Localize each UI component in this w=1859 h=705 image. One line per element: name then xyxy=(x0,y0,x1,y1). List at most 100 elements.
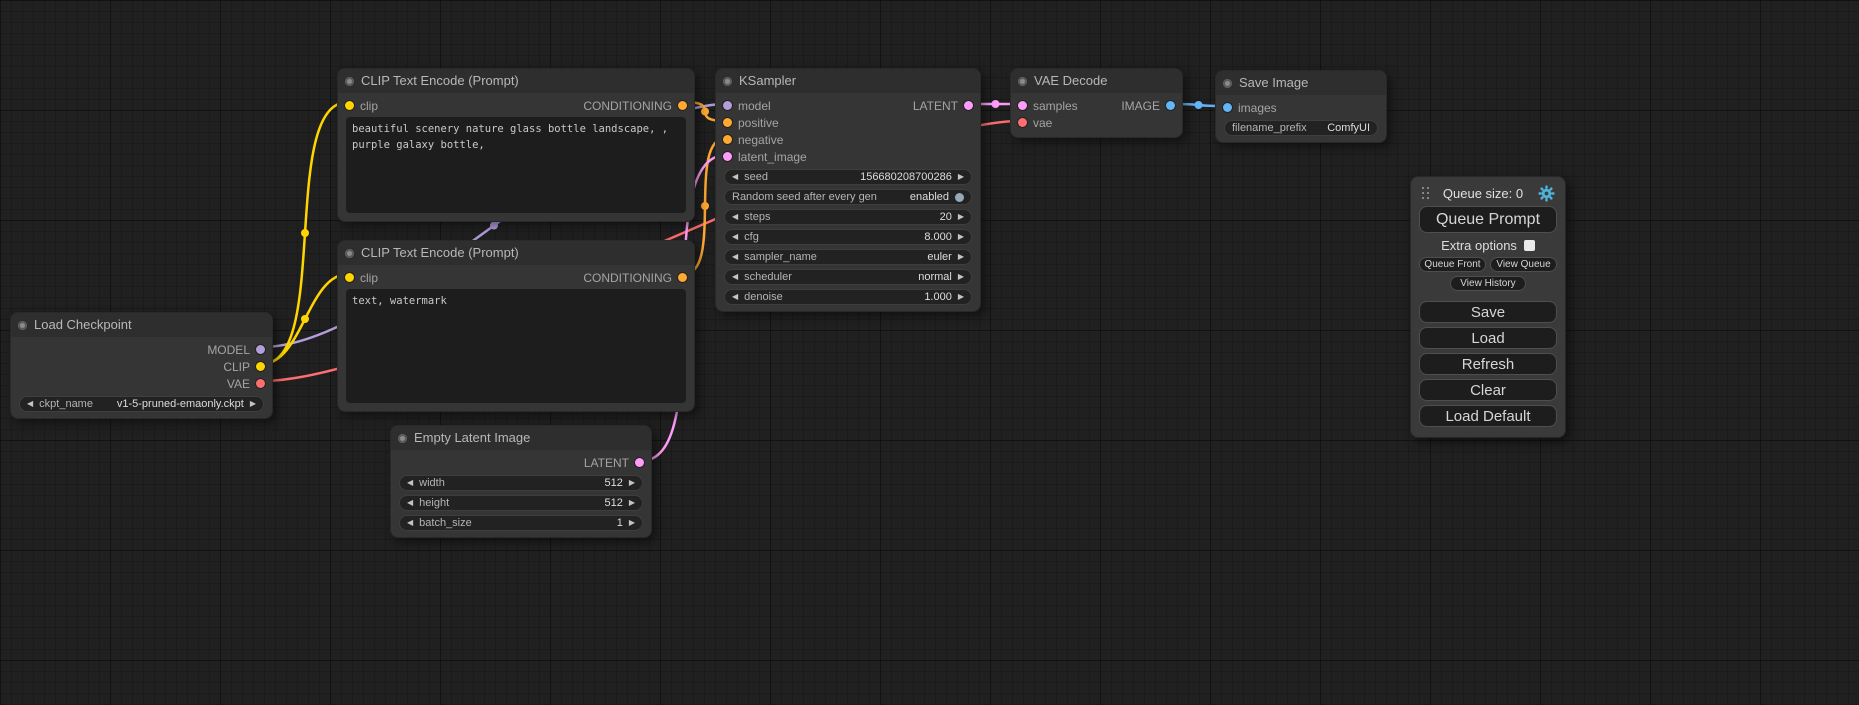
height-widget[interactable]: ◀ height 512 ▶ xyxy=(399,495,643,511)
clip-slot-dot[interactable] xyxy=(256,362,265,371)
node-title-bar[interactable]: Load Checkpoint xyxy=(11,313,272,337)
image-slot-dot[interactable] xyxy=(1223,103,1232,112)
conditioning-slot-dot[interactable] xyxy=(678,101,687,110)
latent-output-slot[interactable]: LATENT xyxy=(584,456,644,470)
random-seed-toggle-widget[interactable]: Random seed after every gen enabled xyxy=(724,189,972,205)
denoise-widget[interactable]: ◀ denoise 1.000 ▶ xyxy=(724,289,972,305)
prev-value-arrow-icon[interactable]: ◀ xyxy=(27,400,33,408)
decrement-arrow-icon[interactable]: ◀ xyxy=(732,213,738,221)
decrement-arrow-icon[interactable]: ◀ xyxy=(732,233,738,241)
scheduler-widget[interactable]: ◀ scheduler normal ▶ xyxy=(724,269,972,285)
vae-input-slot[interactable]: vae xyxy=(1018,116,1052,130)
load-button[interactable]: Load xyxy=(1419,327,1557,349)
filename-prefix-widget[interactable]: filename_prefix ComfyUI xyxy=(1224,120,1378,136)
increment-arrow-icon[interactable]: ▶ xyxy=(958,173,964,181)
conditioning-slot-dot[interactable] xyxy=(723,118,732,127)
increment-arrow-icon[interactable]: ▶ xyxy=(629,479,635,487)
prev-value-arrow-icon[interactable]: ◀ xyxy=(732,273,738,281)
model-slot-dot[interactable] xyxy=(256,345,265,354)
increment-arrow-icon[interactable]: ▶ xyxy=(958,213,964,221)
ckpt-name-widget[interactable]: ◀ ckpt_name v1-5-pruned-emaonly.ckpt ▶ xyxy=(19,396,264,412)
increment-arrow-icon[interactable]: ▶ xyxy=(629,519,635,527)
vae-output-slot[interactable]: VAE xyxy=(227,377,265,391)
decrement-arrow-icon[interactable]: ◀ xyxy=(407,479,413,487)
latent-slot-dot[interactable] xyxy=(723,152,732,161)
vae-slot-dot[interactable] xyxy=(256,379,265,388)
conditioning-output-slot[interactable]: CONDITIONING xyxy=(583,99,687,113)
conditioning-slot-dot[interactable] xyxy=(723,135,732,144)
seed-widget[interactable]: ◀ seed 156680208700286 ▶ xyxy=(724,169,972,185)
node-title-bar[interactable]: Save Image xyxy=(1216,71,1386,95)
clip-output-slot[interactable]: CLIP xyxy=(223,360,265,374)
node-save-image[interactable]: Save Image images filename_prefix ComfyU… xyxy=(1215,70,1387,143)
latent-slot-dot[interactable] xyxy=(964,101,973,110)
conditioning-output-slot[interactable]: CONDITIONING xyxy=(583,271,687,285)
clip-input-slot[interactable]: clip xyxy=(345,99,378,113)
toggle-dot-icon[interactable] xyxy=(955,193,964,202)
image-output-slot[interactable]: IMAGE xyxy=(1121,99,1175,113)
increment-arrow-icon[interactable]: ▶ xyxy=(958,293,964,301)
conditioning-slot-dot[interactable] xyxy=(678,273,687,282)
node-vae-decode[interactable]: VAE Decode samples IMAGE vae xyxy=(1010,68,1183,138)
decrement-arrow-icon[interactable]: ◀ xyxy=(407,519,413,527)
decrement-arrow-icon[interactable]: ◀ xyxy=(407,499,413,507)
slot-label: samples xyxy=(1033,99,1078,113)
decrement-arrow-icon[interactable]: ◀ xyxy=(732,293,738,301)
view-history-button[interactable]: View History xyxy=(1450,276,1526,291)
prev-value-arrow-icon[interactable]: ◀ xyxy=(732,253,738,261)
increment-arrow-icon[interactable]: ▶ xyxy=(958,233,964,241)
node-clip-text-encode-negative[interactable]: CLIP Text Encode (Prompt) clip CONDITION… xyxy=(337,240,695,412)
clip-slot-dot[interactable] xyxy=(345,273,354,282)
save-button[interactable]: Save xyxy=(1419,301,1557,323)
image-slot-dot[interactable] xyxy=(1166,101,1175,110)
latent-output-slot[interactable]: LATENT xyxy=(913,99,973,113)
vae-slot-dot[interactable] xyxy=(1018,118,1027,127)
clip-input-slot[interactable]: clip xyxy=(345,271,378,285)
clip-slot-dot[interactable] xyxy=(345,101,354,110)
negative-input-slot[interactable]: negative xyxy=(723,133,783,147)
node-title-bar[interactable]: CLIP Text Encode (Prompt) xyxy=(338,69,694,93)
refresh-button[interactable]: Refresh xyxy=(1419,353,1557,375)
prompt-textarea[interactable]: text, watermark xyxy=(346,289,686,403)
node-title-bar[interactable]: KSampler xyxy=(716,69,980,93)
node-title-bar[interactable]: CLIP Text Encode (Prompt) xyxy=(338,241,694,265)
sampler-name-widget[interactable]: ◀ sampler_name euler ▶ xyxy=(724,249,972,265)
queue-front-button[interactable]: Queue Front xyxy=(1419,257,1486,272)
prompt-textarea[interactable]: beautiful scenery nature glass bottle la… xyxy=(346,117,686,213)
node-title-bar[interactable]: Empty Latent Image xyxy=(391,426,651,450)
node-empty-latent-image[interactable]: Empty Latent Image LATENT ◀ width 512 ▶ … xyxy=(390,425,652,538)
decrement-arrow-icon[interactable]: ◀ xyxy=(732,173,738,181)
cfg-widget[interactable]: ◀ cfg 8.000 ▶ xyxy=(724,229,972,245)
extra-options-checkbox[interactable] xyxy=(1524,240,1535,251)
model-output-slot[interactable]: MODEL xyxy=(207,343,265,357)
clear-button[interactable]: Clear xyxy=(1419,379,1557,401)
node-clip-text-encode-positive[interactable]: CLIP Text Encode (Prompt) clip CONDITION… xyxy=(337,68,695,222)
view-queue-button[interactable]: View Queue xyxy=(1490,257,1557,272)
latent-slot-dot[interactable] xyxy=(635,458,644,467)
latent-slot-dot[interactable] xyxy=(1018,101,1027,110)
next-value-arrow-icon[interactable]: ▶ xyxy=(958,253,964,261)
settings-gear-icon[interactable] xyxy=(1538,185,1555,202)
next-value-arrow-icon[interactable]: ▶ xyxy=(250,400,256,408)
width-widget[interactable]: ◀ width 512 ▶ xyxy=(399,475,643,491)
latent-image-input-slot[interactable]: latent_image xyxy=(723,150,807,164)
node-load-checkpoint[interactable]: Load Checkpoint MODEL CLIP VAE xyxy=(10,312,273,419)
node-status-dot xyxy=(345,77,354,86)
load-default-button[interactable]: Load Default xyxy=(1419,405,1557,427)
next-value-arrow-icon[interactable]: ▶ xyxy=(958,273,964,281)
samples-input-slot[interactable]: samples xyxy=(1018,99,1078,113)
increment-arrow-icon[interactable]: ▶ xyxy=(629,499,635,507)
images-input-slot[interactable]: images xyxy=(1223,101,1277,115)
model-slot-dot[interactable] xyxy=(723,101,732,110)
node-graph-canvas[interactable]: Load Checkpoint MODEL CLIP VAE xyxy=(0,0,1859,705)
queue-prompt-button[interactable]: Queue Prompt xyxy=(1419,206,1557,233)
slot-label: vae xyxy=(1033,116,1052,130)
node-status-dot xyxy=(1018,77,1027,86)
model-input-slot[interactable]: model xyxy=(723,99,771,113)
positive-input-slot[interactable]: positive xyxy=(723,116,779,130)
steps-widget[interactable]: ◀ steps 20 ▶ xyxy=(724,209,972,225)
node-title-bar[interactable]: VAE Decode xyxy=(1011,69,1182,93)
drag-handle-icon[interactable] xyxy=(1422,187,1424,189)
node-ksampler[interactable]: KSampler model LATENT positive xyxy=(715,68,981,312)
batch-size-widget[interactable]: ◀ batch_size 1 ▶ xyxy=(399,515,643,531)
